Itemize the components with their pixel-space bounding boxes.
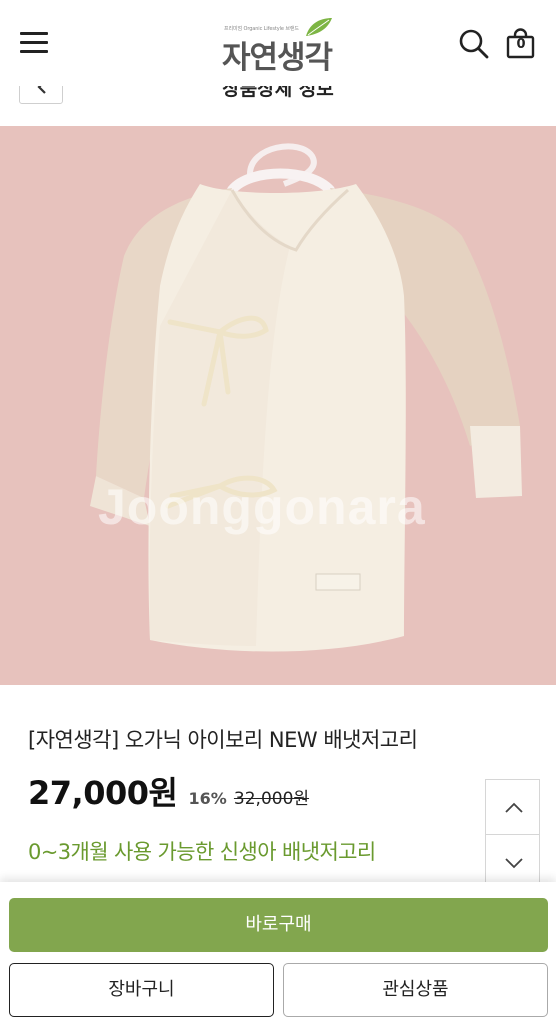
sale-price: 27,000원 <box>28 774 178 812</box>
search-button[interactable] <box>458 28 490 60</box>
logo-wordmark: 자연생각 <box>222 40 333 76</box>
app-header: 프리미엄 Organic Lifestyle 브랜드 자연생각 0 <box>0 0 556 86</box>
menu-icon-line <box>20 50 48 53</box>
original-price: 32,000원 <box>233 789 310 809</box>
cart-button[interactable]: 0 <box>505 28 537 60</box>
logo-tagline: 프리미엄 Organic Lifestyle 브랜드 <box>224 26 299 32</box>
product-summary: 0~3개월 사용 가능한 신생아 배냇저고리 <box>28 840 376 864</box>
menu-button[interactable] <box>20 30 50 56</box>
price-row: 27,000원 16% 32,000원 <box>28 768 309 812</box>
image-watermark: Joonggonara <box>98 479 426 535</box>
scroll-top-button[interactable] <box>485 779 540 835</box>
buy-now-button[interactable]: 바로구매 <box>9 898 548 952</box>
add-to-cart-button[interactable]: 장바구니 <box>9 963 274 1017</box>
menu-icon-line <box>20 41 48 44</box>
wishlist-button[interactable]: 관심상품 <box>283 963 548 1017</box>
menu-icon-line <box>20 32 48 35</box>
baby-jacket-illustration <box>90 143 522 652</box>
search-icon <box>459 29 489 59</box>
brand-logo[interactable]: 프리미엄 Organic Lifestyle 브랜드 자연생각 <box>218 16 340 76</box>
chevron-up-icon <box>505 802 523 813</box>
product-image[interactable]: Joonggonara <box>0 126 556 685</box>
bottom-action-bar: 바로구매 장바구니 관심상품 <box>0 882 556 1024</box>
discount-rate: 16% <box>188 789 227 808</box>
product-title: [자연생각] 오가닉 아이보리 NEW 배냇저고리 <box>28 728 418 752</box>
chevron-down-icon <box>505 858 523 869</box>
cart-count-badge: 0 <box>516 37 526 52</box>
